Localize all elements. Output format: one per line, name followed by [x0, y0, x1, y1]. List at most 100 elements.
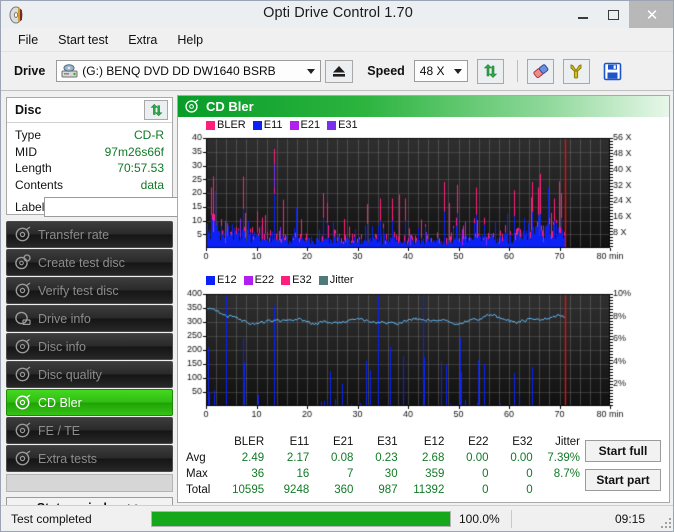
disc-properties: Type CD-R MID 97m26s66f Length 70:57.53 …: [7, 123, 250, 217]
disc-panel-header: Disc: [7, 98, 172, 123]
erase-button[interactable]: [526, 58, 554, 84]
sidebar-item-disc-info[interactable]: Disc info: [6, 333, 173, 360]
sidebar-item-transfer-rate[interactable]: Transfer rate: [6, 221, 173, 248]
table-row: Avg 2.49 2.17 0.08 0.23 2.68 0.00 0.00 7…: [184, 450, 584, 466]
cell-max-e12: 359: [425, 468, 445, 480]
cell-avg-e21: 0.08: [331, 452, 354, 464]
legend-label-bler: BLER: [217, 119, 246, 131]
legend-label-e12: E12: [217, 274, 237, 286]
close-icon: ✕: [645, 6, 659, 24]
sidebar-item-extra-tests[interactable]: Extra tests: [6, 445, 173, 472]
disc-row-key: Type: [15, 128, 42, 142]
cell-total-jitter: [537, 482, 584, 498]
disc-info-icon: [14, 338, 31, 355]
sidebar-item-label: Disc quality: [38, 367, 102, 382]
title-bar: Opti Drive Control 1.70 ✕: [1, 1, 673, 28]
refresh-arrows-icon: [483, 63, 498, 78]
legend-label-jitter: Jitter: [329, 274, 354, 286]
extra-tests-icon: [14, 450, 31, 467]
elapsed-time: 09:15: [614, 511, 645, 526]
sidebar-item-label: Extra tests: [38, 451, 98, 466]
resize-grip[interactable]: [659, 516, 671, 528]
disc-info-panel: Disc Type CD-R MID 97m26s66f Length 70:5…: [6, 97, 250, 217]
sidebar-item-disc-quality[interactable]: Disc quality: [6, 361, 173, 388]
disc-row-value: data: [140, 177, 164, 192]
cell-max-bler: 36: [251, 468, 265, 480]
col-e32: E32: [512, 436, 533, 448]
menu-bar: File Start test Extra Help: [1, 28, 673, 52]
refresh-button[interactable]: [476, 58, 504, 84]
toolbar-divider: [516, 60, 518, 82]
save-button[interactable]: [599, 59, 626, 84]
sidebar-item-label: Disc info: [38, 339, 86, 354]
disc-row-mid: MID 97m26s66f: [15, 144, 164, 161]
cell-avg-bler: 2.49: [241, 452, 265, 464]
clamp-button[interactable]: [562, 58, 590, 84]
cell-avg-e31: 0.23: [375, 452, 398, 464]
cell-max-e31: 30: [384, 468, 398, 480]
chart1-legend: BLER E11 E21 E31: [178, 118, 669, 132]
speed-select[interactable]: 48 X: [413, 60, 468, 82]
cell-total-e11: 9248: [283, 484, 310, 496]
legend-label-e11: E11: [263, 119, 283, 131]
drive-toolbar: Drive (G:) BENQ DVD DD DW1640 BSRB Speed…: [1, 52, 673, 91]
cd-bler-chart-canvas: [178, 132, 671, 268]
menu-item-file[interactable]: File: [9, 31, 47, 49]
table-row: Total 10595 9248 360 987 11392 0 0: [184, 482, 584, 498]
legend-swatch-e31: [327, 120, 337, 130]
disc-row-length: Length 70:57.53: [15, 160, 164, 177]
cell-total-e12: 11392: [413, 484, 445, 496]
sidebar-item-cd-bler[interactable]: CD Bler: [6, 389, 173, 416]
status-divider: [511, 509, 512, 528]
disc-panel-title: Disc: [15, 103, 42, 117]
refresh-arrows-icon: [150, 103, 162, 116]
menu-item-start-test[interactable]: Start test: [49, 31, 117, 49]
eject-icon: [333, 66, 346, 77]
cell-max-e21: 7: [347, 468, 354, 480]
cell-total-bler: 10595: [232, 484, 265, 496]
sidebar-item-fe-te[interactable]: FE / TE: [6, 417, 173, 444]
statistics-table: BLER E11 E21 E31 E12 E22 E32 Jitter Avg …: [184, 434, 584, 498]
sidebar-item-verify-test-disc[interactable]: Verify test disc: [6, 277, 173, 304]
legend-label-e22: E22: [254, 274, 275, 286]
eject-button[interactable]: [325, 59, 354, 83]
cell-avg-e12: 2.68: [421, 452, 445, 464]
floppy-save-icon: [603, 62, 622, 80]
cd-bler-e12-jitter-chart-canvas: [178, 288, 671, 434]
disc-row-value: 97m26s66f: [104, 144, 164, 159]
legend-label-e32: E32: [292, 274, 312, 286]
menu-item-help[interactable]: Help: [168, 31, 212, 49]
legend-swatch-e12: [206, 275, 215, 285]
legend-label-e31: E31: [338, 119, 358, 131]
disc-row-value: 70:57.53: [117, 161, 164, 175]
legend-swatch-jitter: [318, 275, 328, 285]
disc-verify-icon: [14, 282, 31, 299]
close-button[interactable]: ✕: [629, 1, 673, 28]
legend-swatch-e11: [252, 120, 262, 130]
disc-refresh-button[interactable]: [144, 100, 168, 120]
start-part-button[interactable]: Start part: [585, 469, 661, 491]
start-full-button[interactable]: Start full: [585, 440, 661, 462]
content-panel: CD Bler BLER E11 E21 E31 E12 E22 E32 Jit…: [177, 95, 671, 503]
row-label-total: Total: [186, 484, 211, 496]
sidebar-item-label: Create test disc: [38, 255, 125, 270]
disc-row-key: Length: [15, 161, 52, 175]
maximize-button[interactable]: [598, 1, 629, 28]
chevron-down-icon: [307, 69, 316, 74]
drive-select[interactable]: (G:) BENQ DVD DD DW1640 BSRB: [56, 60, 322, 82]
sidebar-item-label: Transfer rate: [38, 227, 110, 242]
progress-percent: 100.0%: [459, 511, 500, 526]
start-buttons: Start full Start part: [585, 440, 661, 498]
menu-item-extra[interactable]: Extra: [119, 31, 166, 49]
cell-avg-e32: 0.00: [510, 452, 533, 464]
table-row: Max 36 16 7 30 359 0 0 8.7%: [184, 466, 584, 482]
cell-total-e22: 0: [482, 484, 489, 496]
fe-te-icon: [14, 422, 31, 439]
eraser-icon: [533, 63, 549, 78]
col-bler: BLER: [234, 436, 265, 448]
sidebar-item-create-test-disc[interactable]: Create test disc: [6, 249, 173, 276]
sidebar-item-drive-info[interactable]: Drive info: [6, 305, 173, 332]
disc-write-icon: [14, 254, 31, 271]
minimize-button[interactable]: [567, 1, 598, 28]
cell-avg-e22: 0.00: [466, 452, 489, 464]
